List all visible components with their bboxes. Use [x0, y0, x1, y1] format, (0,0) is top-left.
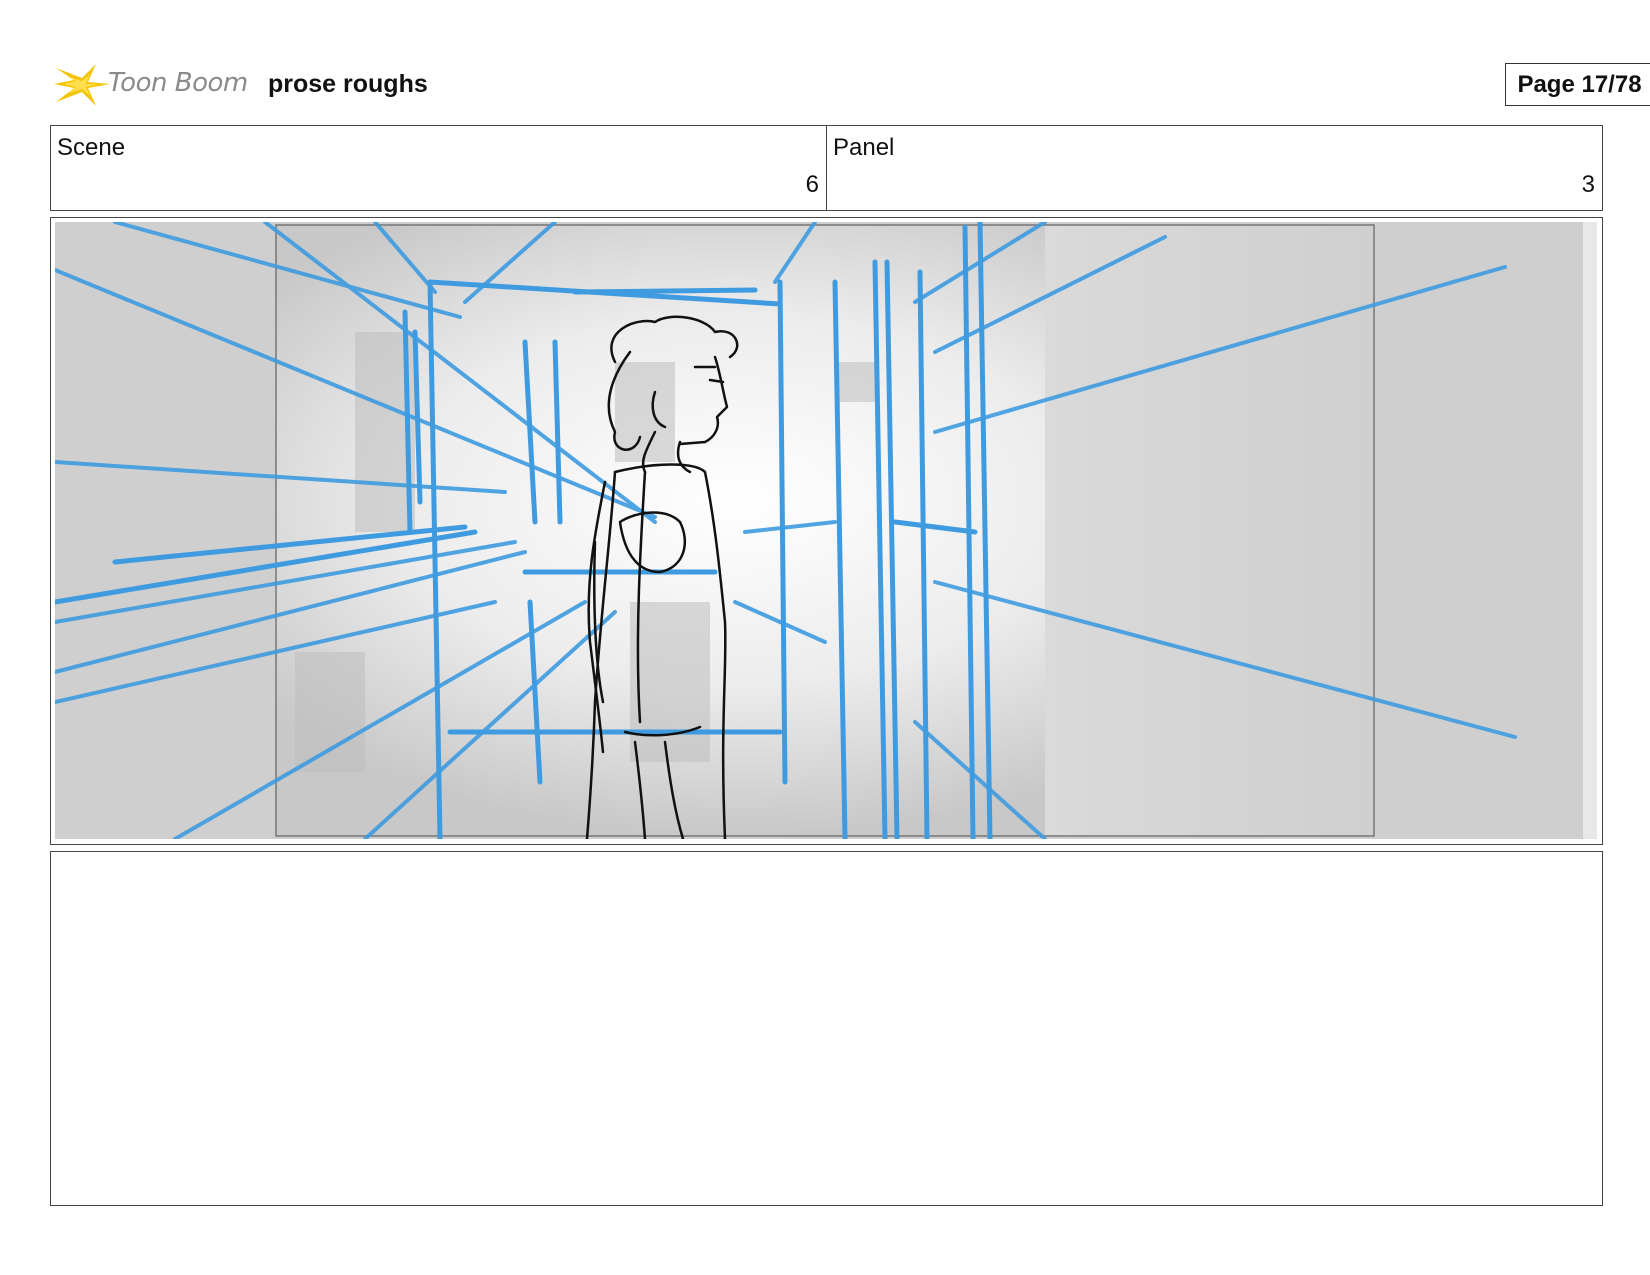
panel-cell: Panel 3 [826, 126, 1602, 210]
page-indicator: Page 17/78 [1505, 63, 1650, 106]
starburst-icon [54, 64, 110, 106]
page-header: Toon Boom prose roughs Page 17/78 [52, 58, 1650, 110]
storyboard-panel [50, 217, 1603, 845]
scene-cell: Scene 6 [51, 126, 826, 210]
panel-number: 3 [1581, 171, 1595, 198]
toon-boom-logo: Toon Boom [52, 58, 252, 110]
scene-label: Scene [57, 134, 126, 161]
panel-notes-area [50, 851, 1603, 1206]
document-title: prose roughs [268, 70, 428, 98]
panel-sketch-image [55, 222, 1597, 839]
hallway-sketch [55, 222, 1597, 839]
scene-panel-info: Scene 6 Panel 3 [50, 125, 1603, 211]
logo-wordmark: Toon Boom [108, 68, 248, 98]
scene-number: 6 [805, 171, 819, 198]
panel-label: Panel [833, 134, 895, 161]
